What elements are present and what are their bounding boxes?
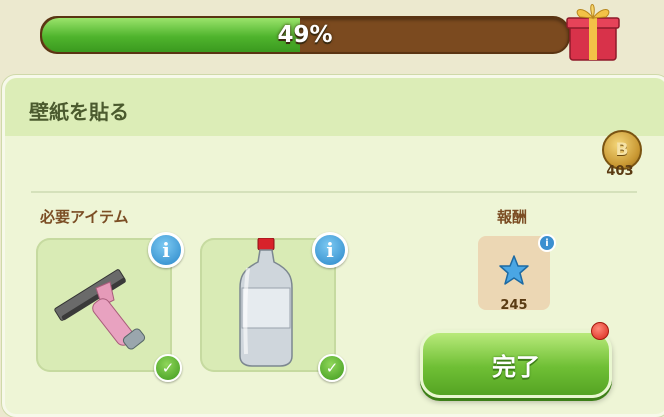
check-icon: ✓ <box>154 354 182 382</box>
reward-label: 報酬 <box>497 208 528 226</box>
reward-info-icon[interactable]: i <box>538 234 556 252</box>
required-item-bottle[interactable]: i ✓ <box>200 232 348 382</box>
required-item-squeegee[interactable]: i ✓ <box>36 232 184 382</box>
info-icon[interactable]: i <box>312 232 348 268</box>
done-button-label: 完了 <box>492 352 540 381</box>
blue-star-icon <box>499 255 529 285</box>
task-title: 壁紙を貼る <box>29 100 129 124</box>
done-button[interactable]: 完了 <box>420 330 612 398</box>
currency-value: 403 <box>606 164 634 179</box>
divider <box>31 191 637 193</box>
notification-dot <box>591 322 609 340</box>
required-items-label: 必要アイテム <box>40 208 129 226</box>
progress-label: 49% <box>277 22 333 48</box>
bottle-icon <box>239 238 293 367</box>
squeegee-icon <box>54 269 146 350</box>
panel-header: 壁紙を貼る <box>5 78 664 136</box>
currency-badge: B 403 <box>598 130 642 182</box>
gift-box-icon[interactable] <box>562 0 624 62</box>
progress-bar: 49% <box>40 16 570 54</box>
reward-value: 245 <box>500 298 528 313</box>
check-icon: ✓ <box>318 354 346 382</box>
info-icon[interactable]: i <box>148 232 184 268</box>
